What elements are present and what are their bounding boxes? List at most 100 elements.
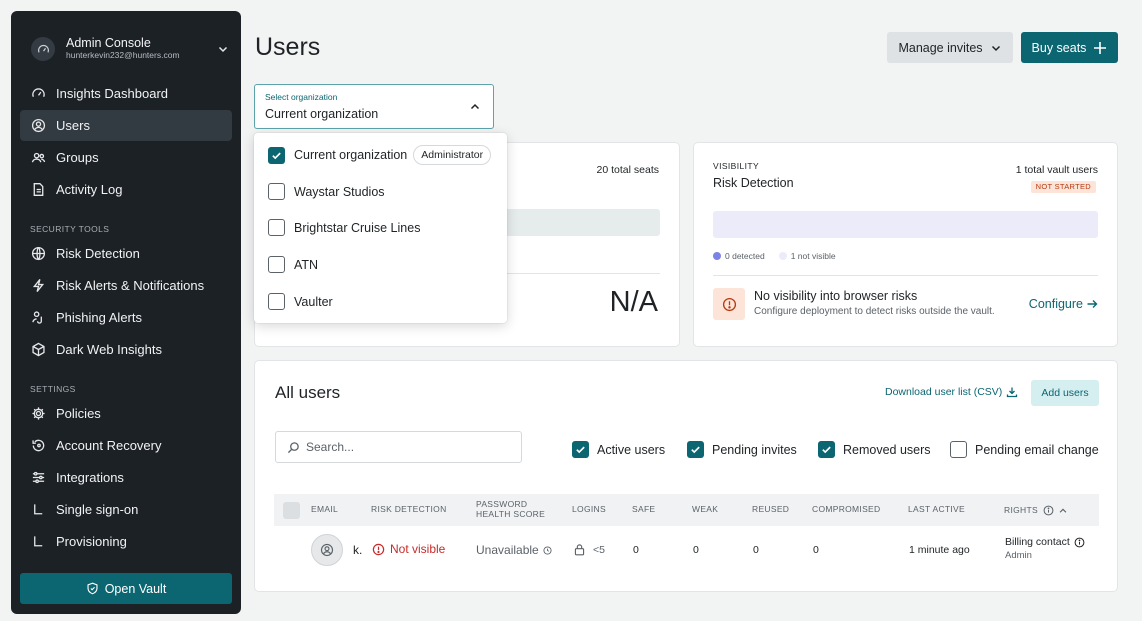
search-icon xyxy=(287,441,299,453)
filter-label: Removed users xyxy=(843,442,931,457)
buy-seats-button[interactable]: Buy seats xyxy=(1021,32,1118,63)
column-safe[interactable]: SAFE xyxy=(632,504,655,515)
download-user-list-link[interactable]: Download user list (CSV) xyxy=(885,386,1018,398)
checkbox-checked-icon[interactable] xyxy=(572,441,589,458)
search-input[interactable] xyxy=(306,440,506,454)
risk-value: Not visible xyxy=(390,542,446,556)
column-email[interactable]: EMAIL xyxy=(311,504,338,515)
info-icon[interactable] xyxy=(1043,505,1054,516)
configure-link[interactable]: Configure xyxy=(1029,297,1098,311)
sidebar-item-risk-alerts[interactable]: Risk Alerts & Notifications xyxy=(20,270,232,301)
cell-weak: 0 xyxy=(693,544,699,556)
checkbox-unchecked-icon[interactable] xyxy=(268,183,285,200)
sidebar-item-single-sign-on[interactable]: Single sign-on xyxy=(20,494,232,525)
gauge-icon xyxy=(30,86,46,102)
chevron-up-icon xyxy=(470,103,480,110)
sidebar-item-users[interactable]: Users xyxy=(20,110,232,141)
sidebar-item-insights-dashboard[interactable]: Insights Dashboard xyxy=(20,78,232,109)
filter-active-users[interactable]: Active users xyxy=(572,441,665,458)
lightning-icon xyxy=(30,278,46,294)
arrow-right-icon xyxy=(1087,300,1098,308)
org-option-current-organization[interactable]: Current organization Administrator xyxy=(268,145,492,165)
all-users-card: All users Download user list (CSV) Add u… xyxy=(254,360,1118,592)
sort-ascending-icon[interactable] xyxy=(1058,506,1068,516)
column-weak[interactable]: WEAK xyxy=(692,504,718,515)
table-row[interactable]: k. Not visible Unavailable <5 0 0 0 0 1 … xyxy=(274,531,1099,569)
option-label: Vaulter xyxy=(294,294,333,309)
checkbox-unchecked-icon[interactable] xyxy=(268,256,285,273)
sidebar-item-dark-web-insights[interactable]: Dark Web Insights xyxy=(20,334,232,365)
sliders-icon xyxy=(30,470,46,486)
sidebar-item-account-recovery[interactable]: Account Recovery xyxy=(20,430,232,461)
filter-pending-invites[interactable]: Pending invites xyxy=(687,441,797,458)
phishing-hook-icon xyxy=(30,310,46,326)
sidebar-item-label: Dark Web Insights xyxy=(56,342,162,357)
org-option-waystar-studios[interactable]: Waystar Studios xyxy=(268,183,385,200)
column-rights[interactable]: RIGHTS xyxy=(1004,505,1068,516)
rights-value: Billing contact xyxy=(1005,536,1070,548)
checkbox-checked-icon[interactable] xyxy=(268,146,285,164)
sidebar-item-label: Risk Alerts & Notifications xyxy=(56,278,205,293)
speedometer-icon xyxy=(31,37,55,61)
column-reused[interactable]: REUSED xyxy=(752,504,789,515)
info-icon[interactable] xyxy=(1074,537,1085,548)
cell-rights: Billing contact xyxy=(1005,536,1085,548)
filter-pending-email-change[interactable]: Pending email change xyxy=(950,441,1099,458)
sidebar-item-label: Single sign-on xyxy=(56,502,139,517)
account-title: Admin Console xyxy=(66,36,151,51)
sidebar-item-label: Risk Detection xyxy=(56,246,140,261)
column-last-active[interactable]: LAST ACTIVE xyxy=(908,504,965,515)
sidebar-item-phishing-alerts[interactable]: Phishing Alerts xyxy=(20,302,232,333)
seats-metric-value: N/A xyxy=(609,286,658,318)
checkbox-unchecked-icon[interactable] xyxy=(268,293,285,310)
sidebar-item-risk-detection[interactable]: Risk Detection xyxy=(20,238,232,269)
sidebar-item-policies[interactable]: Policies xyxy=(20,398,232,429)
section-label-security-tools: SECURITY TOOLS xyxy=(30,224,110,234)
org-option-vaulter[interactable]: Vaulter xyxy=(268,293,333,310)
column-logins[interactable]: LOGINS xyxy=(572,504,606,515)
checkbox-checked-icon[interactable] xyxy=(687,441,704,458)
buy-seats-label: Buy seats xyxy=(1031,40,1087,55)
column-risk-detection[interactable]: RISK DETECTION xyxy=(371,504,447,515)
org-option-brightstar-cruise-lines[interactable]: Brightstar Cruise Lines xyxy=(268,219,420,236)
org-option-atn[interactable]: ATN xyxy=(268,256,318,273)
option-label: Waystar Studios xyxy=(294,184,385,199)
subitem-corner-icon xyxy=(30,502,46,518)
table-header: EMAIL RISK DETECTION PASSWORD HEALTH SCO… xyxy=(274,494,1099,526)
open-vault-button[interactable]: Open Vault xyxy=(20,573,232,604)
column-compromised[interactable]: COMPROMISED xyxy=(812,504,880,515)
checkbox-checked-icon[interactable] xyxy=(818,441,835,458)
cell-risk-detection: Not visible xyxy=(372,542,445,556)
filter-label: Pending invites xyxy=(712,442,797,457)
manage-invites-button[interactable]: Manage invites xyxy=(887,32,1013,63)
search-field[interactable] xyxy=(275,431,522,463)
cell-reused: 0 xyxy=(753,544,759,556)
visibility-legend: 0 detected 1 not visible xyxy=(713,251,836,261)
sidebar-item-activity-log[interactable]: Activity Log xyxy=(20,174,232,205)
column-rights-label: RIGHTS xyxy=(1004,504,1038,515)
organization-select-value: Current organization xyxy=(265,107,379,121)
checkbox-unchecked-icon[interactable] xyxy=(950,441,967,458)
cell-email: k. xyxy=(353,543,363,557)
avatar xyxy=(311,534,343,566)
organization-select-label: Select organization xyxy=(265,92,338,102)
download-label: Download user list (CSV) xyxy=(885,386,1003,398)
sidebar-item-groups[interactable]: Groups xyxy=(20,142,232,173)
manage-invites-label: Manage invites xyxy=(898,40,983,55)
lock-icon xyxy=(574,544,585,556)
page-title: Users xyxy=(255,33,321,61)
option-label: Brightstar Cruise Lines xyxy=(294,220,421,235)
column-password-health-2[interactable]: HEALTH SCORE xyxy=(476,509,545,520)
organization-select[interactable]: Select organization Current organization xyxy=(254,84,494,129)
sidebar-item-provisioning[interactable]: Provisioning xyxy=(20,526,232,557)
add-users-button[interactable]: Add users xyxy=(1031,380,1099,406)
checkbox-unchecked-icon[interactable] xyxy=(268,219,285,236)
download-icon xyxy=(1007,387,1018,398)
account-switcher[interactable]: Admin Console hunterkevin232@hunters.com xyxy=(31,29,231,69)
sidebar-item-integrations[interactable]: Integrations xyxy=(20,462,232,493)
filter-removed-users[interactable]: Removed users xyxy=(818,441,931,458)
select-all-checkbox[interactable] xyxy=(283,502,300,519)
cube-icon xyxy=(30,342,46,358)
clock-icon xyxy=(543,545,552,555)
sidebar-item-label: Users xyxy=(56,118,90,133)
